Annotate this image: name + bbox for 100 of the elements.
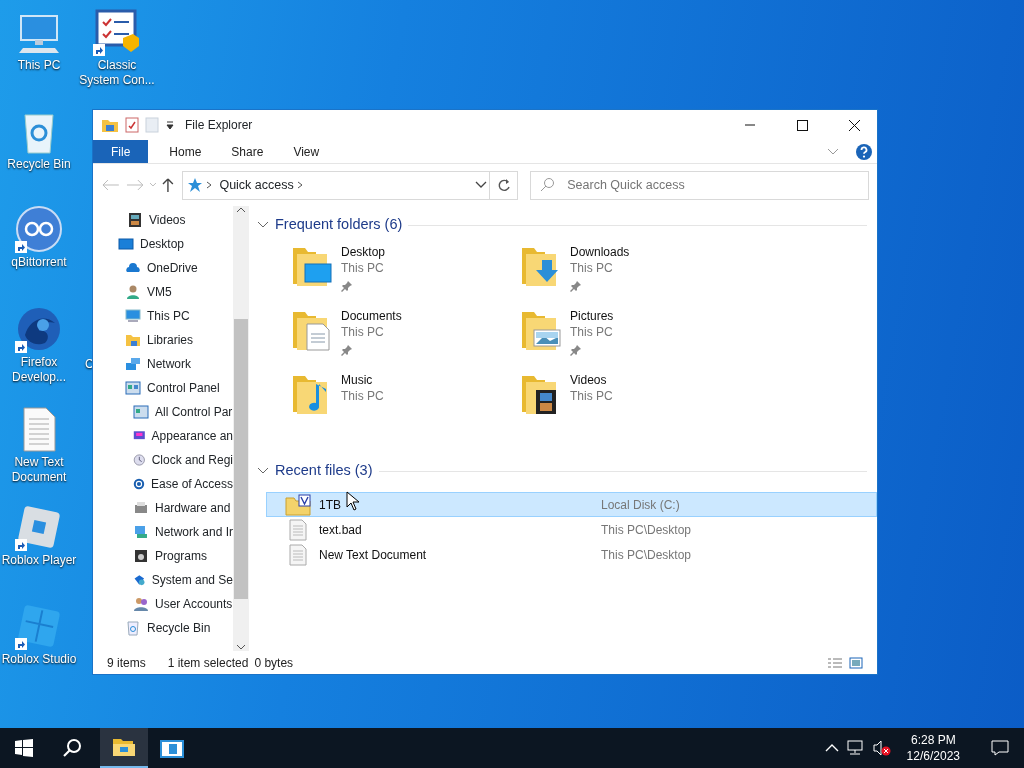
nav-item[interactable]: VM5: [93, 280, 233, 304]
nav-item[interactable]: User Accounts: [93, 592, 233, 616]
folder-location: This PC: [570, 260, 614, 276]
scrollbar-thumb[interactable]: [234, 319, 248, 599]
pin-icon: [341, 343, 353, 356]
search-icon: [539, 177, 556, 193]
chevron-up-icon[interactable]: [824, 743, 839, 753]
folder-icon: [285, 493, 311, 516]
close-icon: [847, 118, 861, 132]
file-location: This PC\Desktop: [601, 521, 692, 538]
nav-item[interactable]: Recycle Bin: [93, 616, 233, 640]
icon-label: New Text Document: [10, 455, 68, 485]
nav-icon: [133, 572, 146, 588]
nav-item[interactable]: All Control Par: [93, 400, 233, 424]
folder-tile[interactable]: Downloads This PC: [520, 244, 749, 308]
icon-label: qBittorrent: [11, 255, 67, 270]
refresh-icon: [496, 178, 511, 192]
address-path[interactable]: Quick access: [219, 175, 294, 195]
large-icons-view-icon[interactable]: [849, 656, 863, 669]
folder-tile[interactable]: Desktop This PC: [291, 244, 520, 308]
expand-ribbon-icon[interactable]: [827, 147, 839, 156]
window-title: File Explorer: [185, 117, 253, 134]
clock-time: 6:28 PM: [909, 732, 957, 748]
cursor-icon: [346, 491, 360, 511]
nav-icon: [133, 548, 149, 564]
pin-icon: [570, 343, 582, 356]
nav-icon: [118, 236, 134, 252]
nav-icon: [125, 308, 141, 324]
nav-item[interactable]: Network and Ir: [93, 520, 233, 544]
ribbon-tab[interactable]: Share: [216, 140, 279, 163]
section-header[interactable]: Frequent folders (6): [275, 214, 403, 236]
refresh-button[interactable]: [489, 170, 519, 200]
folder-name: Pictures: [570, 308, 614, 324]
status-text: 1 item selected: [167, 654, 249, 672]
nav-icon: [133, 452, 146, 468]
status-text: 9 items: [107, 654, 146, 672]
network-icon[interactable]: [846, 740, 865, 756]
collapse-icon[interactable]: [257, 221, 269, 229]
icon-label: Roblox Studio: [1, 652, 77, 667]
maximize-icon: [795, 118, 809, 132]
section-header[interactable]: Recent files (3): [275, 460, 373, 482]
file-menu-button[interactable]: File: [93, 140, 149, 163]
ribbon-tab[interactable]: Home: [154, 140, 217, 163]
icon-label: Classic System Con...: [78, 58, 156, 88]
volume-muted-icon[interactable]: [872, 740, 891, 756]
collapse-icon[interactable]: [257, 467, 269, 475]
nav-item[interactable]: Hardware and: [93, 496, 233, 520]
file-location: Local Disk (C:): [601, 496, 680, 513]
scroll-up-icon[interactable]: [236, 206, 246, 214]
nav-icon: [133, 524, 149, 540]
ribbon-tab[interactable]: View: [278, 140, 335, 163]
file-row[interactable]: 1TB Local Disk (C:): [266, 492, 877, 517]
folder-tile[interactable]: Documents This PC: [291, 308, 520, 372]
pin-icon: [570, 279, 582, 292]
file-name: New Text Document: [319, 546, 427, 564]
icon-label: This PC: [17, 58, 61, 73]
nav-icon: [133, 500, 149, 516]
windows-icon: [15, 739, 33, 757]
search-box[interactable]: Search Quick access: [530, 170, 869, 200]
file-row[interactable]: New Text Document This PC\Desktop: [266, 542, 877, 567]
nav-item[interactable]: Network: [93, 352, 233, 376]
help-icon[interactable]: [855, 142, 873, 161]
folder-tile[interactable]: Pictures This PC: [520, 308, 749, 372]
nav-item[interactable]: Programs: [93, 544, 233, 568]
nav-item[interactable]: Clock and Regi: [93, 448, 233, 472]
nav-item[interactable]: System and Se: [93, 568, 233, 592]
nav-icon: [133, 404, 149, 420]
folder-name: Documents: [341, 308, 402, 324]
folder-icon[interactable]: [101, 117, 119, 133]
pin-icon: [341, 279, 353, 292]
folder-icon: [112, 736, 136, 758]
nav-item[interactable]: Videos: [93, 208, 233, 232]
folder-location: This PC: [570, 324, 614, 340]
nav-icon: [127, 212, 143, 228]
nav-item[interactable]: Appearance an: [93, 424, 233, 448]
file-name: text.bad: [319, 521, 362, 539]
status-text: 0 bytes: [254, 654, 294, 672]
notification-icon: [991, 740, 1009, 756]
nav-icon: [133, 596, 149, 612]
folder-name: Music: [341, 372, 374, 388]
clock-date: 12/6/2023: [906, 748, 960, 764]
nav-icon: [125, 284, 141, 300]
taskbar-app[interactable]: [100, 728, 148, 768]
folder-location: This PC: [341, 260, 385, 276]
folder-tile[interactable]: Videos This PC: [520, 372, 749, 436]
icon-label: Roblox Player: [1, 553, 77, 568]
folder-name: Videos: [570, 372, 608, 388]
nav-item[interactable]: Ease of Access: [93, 472, 233, 496]
nav-item[interactable]: This PC: [93, 304, 233, 328]
file-row[interactable]: text.bad This PC\Desktop: [266, 517, 877, 542]
nav-item[interactable]: Control Panel: [93, 376, 233, 400]
folder-location: This PC: [341, 324, 385, 340]
nav-item[interactable]: Desktop: [93, 232, 233, 256]
nav-item[interactable]: OneDrive: [93, 256, 233, 280]
nav-item[interactable]: Libraries: [93, 328, 233, 352]
folder-tile[interactable]: Music This PC: [291, 372, 520, 436]
address-bar[interactable]: Quick access: [182, 170, 491, 200]
dropdown-icon[interactable]: [165, 120, 175, 130]
scroll-down-icon[interactable]: [236, 643, 246, 651]
up-icon[interactable]: [160, 177, 175, 193]
